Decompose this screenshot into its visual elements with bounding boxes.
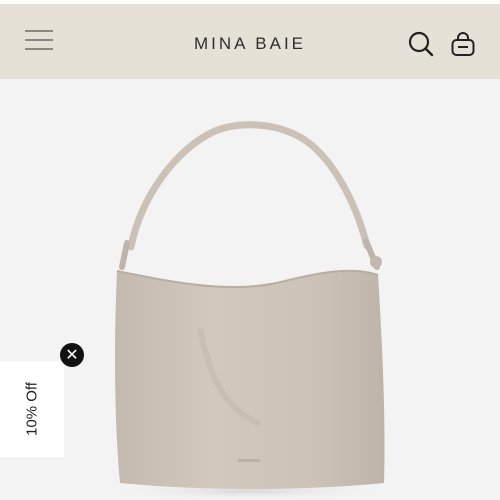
- bag-strap: [127, 121, 371, 251]
- bag-body: [115, 270, 385, 489]
- search-button[interactable]: [407, 30, 435, 58]
- search-icon: [408, 31, 434, 57]
- shopping-bag-icon: [451, 32, 475, 56]
- discount-tab[interactable]: 10% Off: [0, 361, 64, 457]
- site-header: MINA BAIE: [0, 4, 500, 79]
- discount-label: 10% Off: [23, 382, 41, 436]
- menu-line: [25, 30, 53, 32]
- cart-button[interactable]: [449, 30, 477, 58]
- bag-logo-stamp: [238, 459, 260, 462]
- product-hero: [0, 79, 500, 500]
- bag-strap-knot: [370, 256, 382, 268]
- bag-strap-left-end: [119, 240, 130, 270]
- close-icon[interactable]: ✕: [60, 343, 84, 367]
- product-image[interactable]: [0, 79, 500, 500]
